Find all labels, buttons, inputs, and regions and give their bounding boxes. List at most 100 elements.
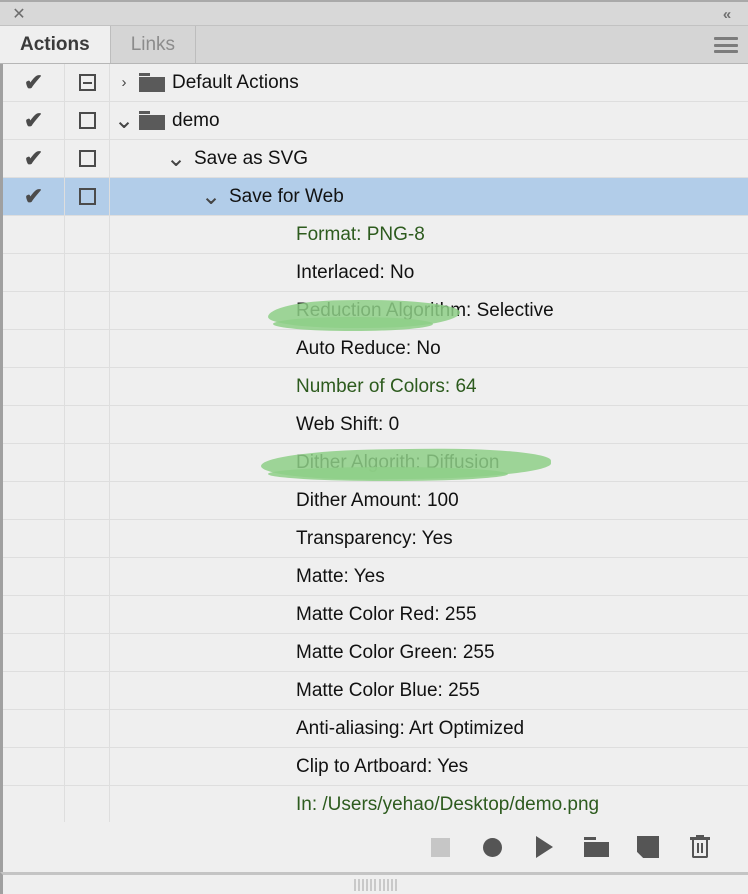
row-label: Save for Web: [229, 186, 344, 208]
row-toggle-cell[interactable]: [3, 596, 65, 633]
resize-grip[interactable]: [354, 879, 398, 891]
row-dialog-cell[interactable]: [65, 748, 110, 785]
table-row[interactable]: Format: PNG-8: [3, 216, 748, 254]
row-label: Matte Color Red: 255: [296, 604, 477, 626]
row-dialog-cell[interactable]: [65, 216, 110, 253]
row-dialog-cell[interactable]: [65, 102, 110, 139]
row-label: Default Actions: [172, 72, 299, 94]
new-set-button[interactable]: [570, 830, 622, 864]
row-toggle-cell[interactable]: [3, 330, 65, 367]
row-toggle-cell[interactable]: [3, 748, 65, 785]
dialog-toggle-icon: [79, 188, 96, 205]
table-row[interactable]: ✔ ⌄ Save for Web: [3, 178, 748, 216]
row-dialog-cell[interactable]: [65, 482, 110, 519]
row-toggle-cell[interactable]: [3, 444, 65, 481]
row-toggle-cell[interactable]: [3, 254, 65, 291]
row-toggle-cell[interactable]: [3, 520, 65, 557]
row-dialog-cell[interactable]: [65, 444, 110, 481]
collapse-panel-icon[interactable]: «: [716, 5, 738, 25]
table-row[interactable]: Auto Reduce: No: [3, 330, 748, 368]
table-row[interactable]: Matte: Yes: [3, 558, 748, 596]
row-label: Save as SVG: [194, 148, 308, 170]
row-toggle-cell[interactable]: [3, 368, 65, 405]
row-dialog-cell[interactable]: [65, 178, 110, 215]
table-row[interactable]: Matte Color Green: 255: [3, 634, 748, 672]
row-toggle-cell[interactable]: ✔: [3, 102, 65, 139]
table-row[interactable]: Transparency: Yes: [3, 520, 748, 558]
table-row[interactable]: Matte Color Blue: 255: [3, 672, 748, 710]
trash-icon: [690, 835, 710, 859]
row-label: demo: [172, 110, 220, 132]
row-toggle-cell[interactable]: [3, 292, 65, 329]
row-label: Matte Color Blue: 255: [296, 680, 480, 702]
row-content: Dither Amount: 100: [110, 482, 748, 519]
row-toggle-cell[interactable]: ✔: [3, 178, 65, 215]
delete-button[interactable]: [674, 830, 726, 864]
stop-button[interactable]: [414, 830, 466, 864]
chevron-down-icon[interactable]: ⌄: [165, 148, 187, 170]
table-row[interactable]: ✔ › Default Actions: [3, 64, 748, 102]
table-row[interactable]: ✔ ⌄ demo: [3, 102, 748, 140]
table-row[interactable]: Clip to Artboard: Yes: [3, 748, 748, 786]
row-content: Transparency: Yes: [110, 520, 748, 557]
table-row[interactable]: Matte Color Red: 255: [3, 596, 748, 634]
row-dialog-cell[interactable]: [65, 558, 110, 595]
row-toggle-cell[interactable]: [3, 672, 65, 709]
row-dialog-cell[interactable]: [65, 710, 110, 747]
play-button[interactable]: [518, 830, 570, 864]
table-row[interactable]: Reduction Algorithm: Selective: [3, 292, 748, 330]
row-label: In: /Users/yehao/Desktop/demo.png: [296, 794, 599, 816]
row-dialog-cell[interactable]: [65, 634, 110, 671]
row-label: Matte Color Green: 255: [296, 642, 495, 664]
table-row[interactable]: Number of Colors: 64: [3, 368, 748, 406]
row-dialog-cell[interactable]: [65, 64, 110, 101]
table-row[interactable]: ✔ ⌄ Save as SVG: [3, 140, 748, 178]
chevron-down-icon[interactable]: ⌄: [113, 110, 135, 132]
row-content: Matte Color Red: 255: [110, 596, 748, 633]
chevron-down-icon[interactable]: ⌄: [200, 186, 222, 208]
row-toggle-cell[interactable]: [3, 634, 65, 671]
table-row[interactable]: Interlaced: No: [3, 254, 748, 292]
row-toggle-cell[interactable]: ✔: [3, 64, 65, 101]
row-content: Dither Algorith: Diffusion: [110, 444, 748, 481]
row-label: Dither Amount: 100: [296, 490, 459, 512]
row-dialog-cell[interactable]: [65, 140, 110, 177]
row-toggle-cell[interactable]: [3, 558, 65, 595]
row-dialog-cell[interactable]: [65, 596, 110, 633]
row-toggle-cell[interactable]: ✔: [3, 140, 65, 177]
table-row[interactable]: Dither Amount: 100: [3, 482, 748, 520]
tab-actions[interactable]: Actions: [0, 26, 111, 63]
tab-links[interactable]: Links: [111, 26, 196, 63]
row-toggle-cell[interactable]: [3, 710, 65, 747]
row-dialog-cell[interactable]: [65, 406, 110, 443]
row-dialog-cell[interactable]: [65, 368, 110, 405]
row-dialog-cell[interactable]: [65, 520, 110, 557]
chevron-right-icon[interactable]: ›: [113, 72, 135, 94]
table-row[interactable]: In: /Users/yehao/Desktop/demo.png: [3, 786, 748, 822]
row-toggle-cell[interactable]: [3, 216, 65, 253]
row-dialog-cell[interactable]: [65, 330, 110, 367]
record-button[interactable]: [466, 830, 518, 864]
row-dialog-cell[interactable]: [65, 292, 110, 329]
row-content: Anti-aliasing: Art Optimized: [110, 710, 748, 747]
row-content: Matte Color Blue: 255: [110, 672, 748, 709]
row-toggle-cell[interactable]: [3, 786, 65, 822]
table-row[interactable]: Dither Algorith: Diffusion: [3, 444, 748, 482]
row-dialog-cell[interactable]: [65, 786, 110, 822]
row-content: › Default Actions: [110, 64, 748, 101]
panel-menu-icon[interactable]: [712, 35, 740, 55]
dialog-toggle-icon: [79, 150, 96, 167]
row-content: In: /Users/yehao/Desktop/demo.png: [110, 786, 748, 822]
row-toggle-cell[interactable]: [3, 482, 65, 519]
actions-list[interactable]: ✔ › Default Actions ✔ ⌄ demo ✔ ⌄ Save as SVG ✔ ⌄ Sa…: [0, 64, 748, 822]
close-icon[interactable]: ✕: [10, 6, 28, 24]
table-row[interactable]: Anti-aliasing: Art Optimized: [3, 710, 748, 748]
row-dialog-cell[interactable]: [65, 254, 110, 291]
row-dialog-cell[interactable]: [65, 672, 110, 709]
row-content: Format: PNG-8: [110, 216, 748, 253]
row-content: Auto Reduce: No: [110, 330, 748, 367]
row-label: Transparency: Yes: [296, 528, 453, 550]
row-toggle-cell[interactable]: [3, 406, 65, 443]
new-action-button[interactable]: [622, 830, 674, 864]
table-row[interactable]: Web Shift: 0: [3, 406, 748, 444]
